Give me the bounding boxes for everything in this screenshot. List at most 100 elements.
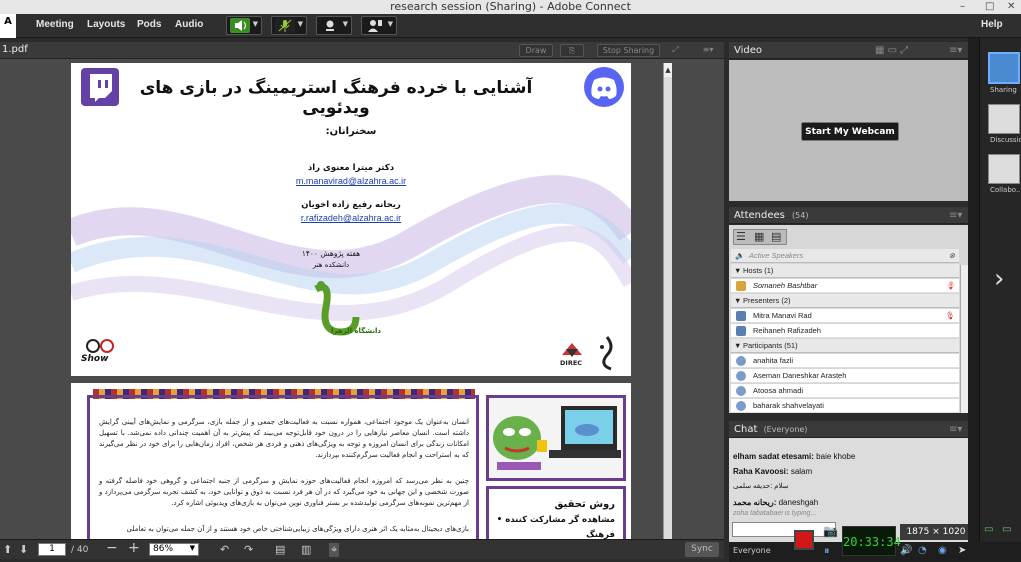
screen-icon[interactable]: ▭ (984, 524, 993, 535)
document-scrollbar[interactable]: ▲ (663, 63, 672, 539)
microphone-toggle[interactable]: ▼ (271, 16, 307, 35)
close-icon[interactable]: ⊗ (949, 249, 955, 263)
shared-file-name: 1.pdf (2, 44, 28, 55)
window-title-bar: research session (Sharing) - Adobe Conne… (0, 0, 1021, 14)
close-icon[interactable]: ✕ (1007, 0, 1015, 14)
pause-icon[interactable]: ⏸ (824, 544, 830, 558)
webcam-toggle[interactable]: ▼ (316, 16, 352, 35)
scroll-up-icon[interactable]: ▲ (664, 63, 672, 77)
tray-icons: 🔊 ◔ ◉ ➤ (896, 543, 972, 561)
fullscreen-icon[interactable]: ⤢ (667, 44, 684, 57)
network-icon[interactable]: ◉ (938, 545, 947, 556)
previous-page-icon[interactable]: ⬆ (3, 543, 12, 556)
pages-icon[interactable]: ▤ (275, 543, 285, 556)
chat-recipient[interactable]: Everyone (733, 546, 771, 555)
zoom-select[interactable]: 86% ▼ (149, 543, 199, 556)
menu-audio[interactable]: Audio (175, 19, 203, 30)
volume-icon[interactable]: 🔊 (900, 545, 912, 556)
document-viewer[interactable]: آشنایی با خرده فرهنگ استریمینگ در بازی ه… (0, 59, 724, 539)
share-icon[interactable]: ▭ (1002, 524, 1011, 535)
chevron-right-icon[interactable]: › (994, 264, 1004, 294)
chevron-down-icon[interactable]: ▼ (343, 20, 348, 28)
research-method-box: روش تحقیق مشاهده گر مشارکت کننده • فرهنگ (486, 486, 626, 539)
chat-message: ریحانه محمد: daneshgah (733, 498, 819, 507)
method-item-1: مشاهده گر مشارکت کننده • (496, 515, 615, 525)
list-item[interactable]: Atoosa ahmadi (731, 384, 959, 398)
pod-divider[interactable] (968, 38, 979, 542)
maximize-icon[interactable]: □ (985, 0, 994, 14)
chat-scope: (Everyone) (763, 425, 808, 434)
window-title: research session (Sharing) - Adobe Conne… (390, 0, 631, 13)
zoom-out-icon[interactable]: − (106, 540, 118, 556)
pod-options-icon[interactable]: ≡▾ (949, 207, 962, 224)
raise-hand-toggle[interactable]: ▼ (361, 16, 397, 35)
menu-meeting[interactable]: Meeting (36, 19, 74, 30)
grid-view-icon[interactable]: ▦ ▭ ⤢ (875, 42, 908, 59)
direc-logo-text: DIREC (560, 359, 583, 367)
breakout-view-icon[interactable]: ▤ (771, 230, 781, 243)
stop-sharing-button[interactable]: Stop Sharing (597, 44, 660, 57)
participant-icon (736, 356, 746, 366)
minimize-icon[interactable]: – (960, 0, 965, 14)
start-webcam-button[interactable]: Start My Webcam (801, 122, 899, 141)
chat-message: elham sadat etesami: baie khobe (733, 452, 856, 461)
layout-thumb-sharing[interactable] (988, 52, 1020, 84)
pod-options-icon[interactable]: ≡▾ (949, 421, 962, 438)
hosts-section[interactable]: ▼ Hosts (1) (731, 264, 959, 278)
draw-button[interactable]: Draw (519, 44, 553, 57)
list-item[interactable]: Aseman Daneshkar Arasteh (731, 369, 959, 383)
list-item[interactable]: Reihaneh Rafizadeh (731, 324, 959, 338)
record-button[interactable] (794, 530, 814, 550)
attendee-name: Aseman Daneshkar Arasteh (753, 371, 847, 380)
method-item-2: فرهنگ (586, 530, 615, 539)
pod-options-icon[interactable]: ≡▾ (700, 44, 716, 57)
redo-icon[interactable]: ↷ (244, 543, 253, 556)
typing-indicator: zoha tabatabaei is typing... (733, 510, 817, 517)
chevron-down-icon[interactable]: ▼ (298, 20, 303, 28)
list-view-icon[interactable]: ☰ (736, 230, 746, 243)
participant-icon (736, 386, 746, 396)
pointer-icon[interactable]: ⌖ (329, 543, 340, 557)
list-item[interactable]: Mitra Manavi Rad 🎙 (731, 309, 959, 323)
document-icon[interactable]: ▥ (301, 543, 311, 556)
speaker-toggle[interactable]: ▼ (226, 16, 262, 35)
list-item[interactable]: Somaneh Bashtbar 🎙 (731, 279, 959, 293)
chevron-down-icon[interactable]: ▼ (253, 20, 258, 28)
attendee-name: baharak shahvelayati (753, 401, 824, 410)
microphone-icon: 🎙 (945, 311, 955, 320)
university-logo-text: دانشگاه الزهرا (330, 327, 381, 335)
chevron-down-icon[interactable]: ▼ (388, 20, 393, 28)
share-screen-icon[interactable]: ⎘ (560, 44, 584, 57)
camera-controls: 📷 ⏸ (821, 524, 839, 560)
menu-help[interactable]: Help (981, 19, 1003, 30)
undo-icon[interactable]: ↶ (220, 543, 229, 556)
mic-level-icon[interactable]: ◔ (918, 545, 927, 556)
layout-label-collaboration: Collabo... (990, 186, 1021, 194)
list-item[interactable]: anahita fazli (731, 354, 959, 368)
layout-thumb-collaboration[interactable] (988, 154, 1020, 184)
attendees-scrollbar[interactable] (960, 265, 968, 413)
chat-title: Chat (734, 424, 758, 435)
speaker1-email[interactable]: m.manavirad@alzahra.ac.ir (251, 176, 451, 186)
sync-button[interactable]: Sync (685, 542, 719, 557)
active-speakers-row: 🔈 Active Speakers ⊗ (731, 249, 959, 263)
next-page-icon[interactable]: ⬇ (19, 543, 28, 556)
page-number-input[interactable]: 1 (38, 543, 66, 556)
participants-section[interactable]: ▼ Participants (51) (731, 339, 959, 353)
menu-pods[interactable]: Pods (137, 19, 161, 30)
presenters-section[interactable]: ▼ Presenters (2) (731, 294, 959, 308)
attendee-name: Somaneh Bashtbar (753, 281, 818, 290)
menu-layouts[interactable]: Layouts (87, 19, 125, 30)
attendees-pod-header: Attendees (54) ≡▾ (729, 207, 969, 224)
layout-thumb-discussion[interactable] (988, 104, 1020, 134)
streamer-illustration (486, 395, 626, 481)
pod-options-icon[interactable]: ≡▾ (949, 42, 962, 59)
microphone-icon (275, 18, 295, 33)
camera-icon[interactable]: 📷 (823, 524, 838, 538)
list-item[interactable]: baharak shahvelayati (731, 399, 959, 413)
zoom-in-icon[interactable]: + (128, 540, 140, 556)
grid-view-icon[interactable]: ▦ (754, 230, 764, 243)
attendee-view-toggle[interactable]: ☰ ▦ ▤ (733, 229, 787, 245)
speaker2-email[interactable]: r.rafizadeh@alzahra.ac.ir (251, 213, 451, 223)
attendees-list: ☰ ▦ ▤ 🔈 Active Speakers ⊗ ▼ Hosts (1) So… (729, 225, 969, 413)
